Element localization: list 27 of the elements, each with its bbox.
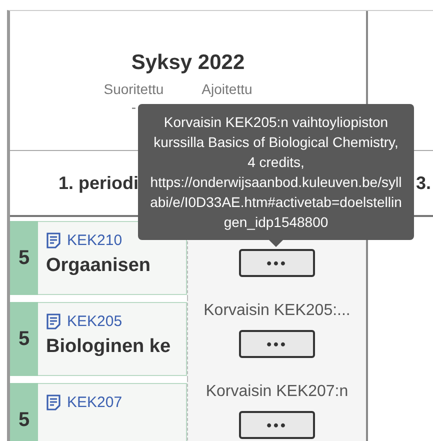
course-card[interactable]: KEK207 [38, 383, 187, 441]
stat-value: - [131, 99, 136, 115]
credits-badge: 5 [10, 302, 38, 376]
course-card[interactable]: KEK205 Biologinen ke [38, 302, 187, 376]
semester-title: Syksy 2022 [131, 51, 245, 75]
more-button[interactable]: ••• [239, 330, 315, 358]
course-note: Korvaisin KEK205:... [204, 302, 350, 321]
stat-label: Suoritettu [104, 81, 164, 97]
period-heading: 3. [416, 172, 432, 194]
course-name: Orgaanisen [46, 255, 152, 277]
more-button[interactable]: ••• [239, 249, 315, 277]
document-icon [46, 232, 61, 249]
document-icon [46, 394, 61, 411]
course-note: Korvaisin KEK207:n [206, 383, 348, 402]
tooltip-arrow [269, 240, 283, 247]
course-card[interactable]: KEK210 Orgaanisen [38, 221, 187, 295]
stat-label: Ajoitettu [202, 81, 252, 97]
course-code[interactable]: KEK207 [67, 394, 122, 411]
period-heading: 1. periodi [58, 172, 138, 194]
document-icon [46, 313, 61, 330]
credits-badge: 5 [10, 221, 38, 295]
more-button[interactable]: ••• [239, 411, 315, 439]
course-code[interactable]: KEK205 [67, 313, 122, 330]
course-name: Biologinen ke [46, 336, 172, 358]
tooltip: Korvaisin KEK205:n vaihtoyliopiston kurssilla Basics of Biological Chemistry, 4 credits, https://onderwijsaanbod.kuleuven.be/syllabi/e/I0D33AE.htm#activetab=doelstellingen_idp1548800 [138, 104, 414, 240]
course-code[interactable]: KEK210 [67, 232, 122, 249]
credits-badge: 5 [10, 383, 38, 441]
